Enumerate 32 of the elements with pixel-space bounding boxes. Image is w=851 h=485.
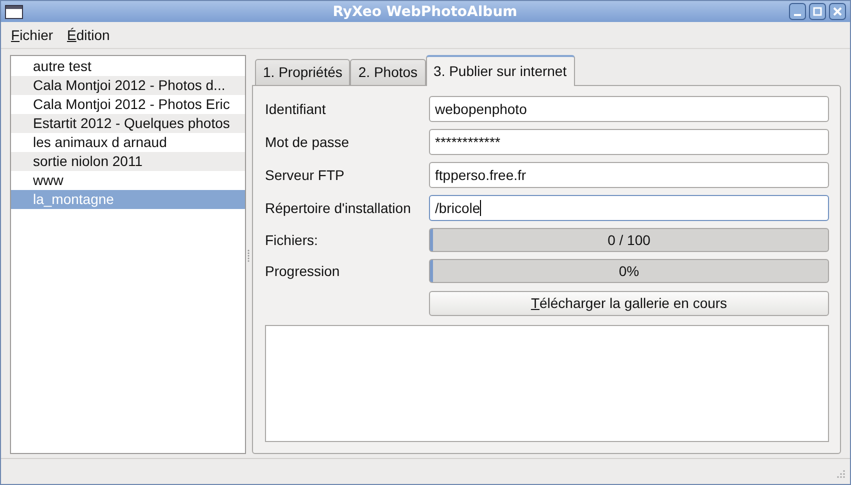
album-item[interactable]: Cala Montjoi 2012 - Photos d... [11, 76, 245, 95]
window-icon [5, 4, 23, 18]
field-label: Serveur FTP [265, 167, 346, 183]
splitter-handle[interactable] [247, 248, 250, 262]
field-label: Répertoire d'installation [265, 200, 412, 216]
upload-button[interactable]: Télécharger la gallerie en cours [429, 290, 829, 316]
close-icon[interactable] [829, 3, 846, 20]
menu-item[interactable]: Fichier [6, 27, 58, 43]
menu-item[interactable]: Édition [62, 27, 115, 43]
tab[interactable]: 3. Publier sur internet [426, 55, 575, 86]
album-item[interactable]: www [11, 171, 245, 190]
resize-grip-icon[interactable] [835, 469, 845, 479]
progress-label: Fichiers: [265, 232, 319, 248]
tab[interactable]: 1. Propriétés [255, 59, 350, 85]
album-item[interactable]: autre test [11, 57, 245, 76]
album-item[interactable]: les animaux d arnaud [11, 133, 245, 152]
progress-reading: 0% [618, 263, 640, 279]
album-item[interactable]: Estartit 2012 - Quelques photos [11, 114, 245, 133]
input-field[interactable]: webopenphoto [429, 96, 829, 122]
tab[interactable]: 2. Photos [350, 59, 426, 85]
input-field[interactable]: ************ [429, 129, 829, 155]
input-field[interactable]: /bricole [429, 195, 829, 221]
album-item[interactable]: sortie niolon 2011 [11, 152, 245, 171]
maximize-icon[interactable] [809, 3, 826, 20]
minimize-icon[interactable] [789, 3, 806, 20]
input-field[interactable]: ftpperso.free.fr [429, 162, 829, 188]
album-item[interactable]: Cala Montjoi 2012 - Photos Eric [11, 95, 245, 114]
progress-reading: 0 / 100 [608, 232, 650, 248]
field-label: Mot de passe [265, 134, 350, 150]
window-title: RyXeo WebPhotoAlbum [332, 4, 518, 20]
progress-label: Progression [265, 263, 341, 279]
field-label: Identifiant [265, 101, 327, 117]
